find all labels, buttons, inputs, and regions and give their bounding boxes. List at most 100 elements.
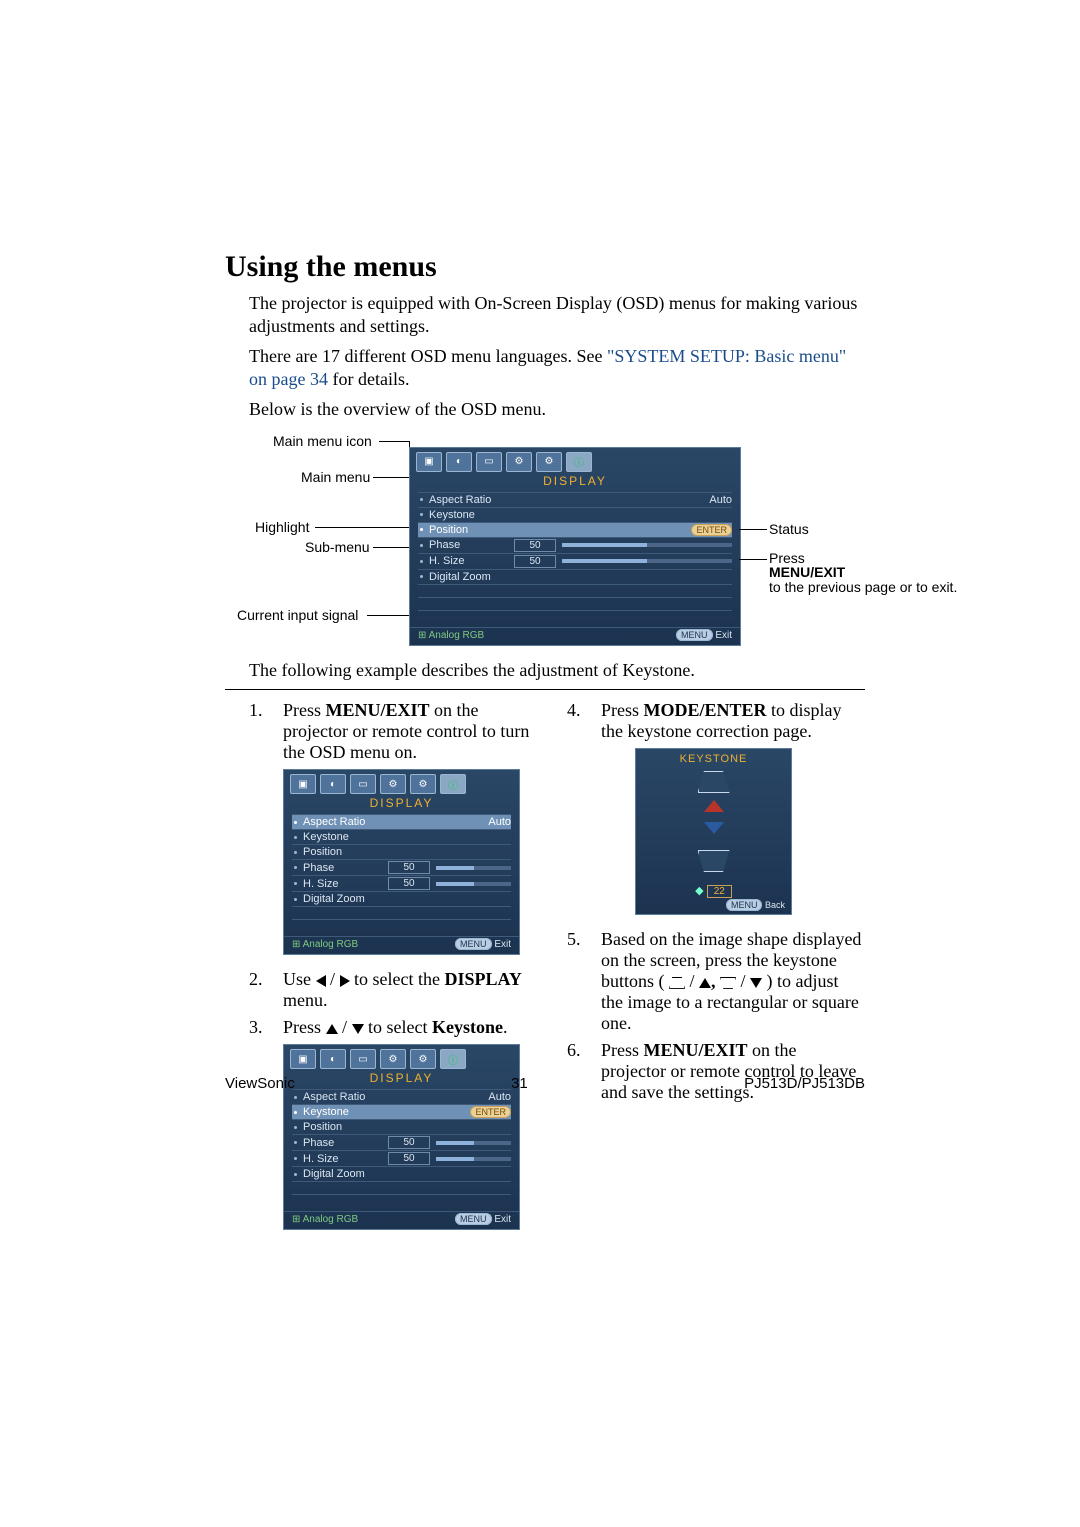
diagram-label: Current input signal — [237, 607, 358, 623]
osd-item: Position — [303, 1121, 388, 1133]
divider — [225, 689, 865, 690]
menu-tab-icon: ▣ — [416, 452, 442, 472]
text: to select — [364, 1017, 432, 1037]
osd-item: H. Size — [303, 878, 388, 890]
osd-item-highlighted: Keystone — [303, 1106, 388, 1118]
text: Press — [601, 700, 644, 720]
step-number: 1. — [249, 700, 283, 963]
menu-tab-icon: ◐ — [320, 1049, 346, 1069]
text: Press — [283, 1017, 326, 1037]
up-arrow-icon — [699, 978, 711, 988]
osd-item: Keystone — [429, 509, 514, 521]
diagram-label: Main menu — [301, 469, 370, 485]
menu-tab-icon: ▣ — [290, 1049, 316, 1069]
enter-chip: ENTER — [691, 524, 732, 536]
menu-tab-icon: ▭ — [476, 452, 502, 472]
text: for details. — [328, 369, 409, 389]
step-text: Press MODE/ENTER to display the keystone… — [601, 700, 865, 923]
osd-item: Phase — [429, 539, 514, 551]
osd-value: Auto — [488, 1091, 511, 1103]
up-arrow-icon — [326, 1024, 338, 1034]
menu-tab-icon: ◐ — [446, 452, 472, 472]
text: Use — [283, 969, 316, 989]
menu-tab-icon: ⚙ — [536, 452, 562, 472]
menu-tab-icon: ⓘ — [440, 774, 466, 794]
step-text: Based on the image shape displayed on th… — [601, 929, 865, 1034]
osd-value: 50 — [388, 861, 430, 874]
text: Press — [283, 700, 326, 720]
down-arrow-icon — [704, 822, 724, 834]
footer-page: 31 — [511, 1075, 528, 1092]
exit-label: Exit — [494, 1214, 511, 1225]
menu-chip: MENU — [455, 938, 492, 950]
osd-item: H. Size — [429, 555, 514, 567]
text: MENU/EXIT — [326, 700, 430, 720]
osd-item: Digital Zoom — [429, 571, 514, 583]
menu-tab-icon: ⚙ — [506, 452, 532, 472]
text: Keystone — [432, 1017, 503, 1037]
osd-item: H. Size — [303, 1153, 388, 1165]
osd-item-highlighted: Position — [429, 524, 514, 536]
osd-value: 50 — [388, 1136, 430, 1149]
osd-window: ▣ ◐ ▭ ⚙ ⚙ ⓘ DISPLAY Aspect RatioAuto Key… — [283, 769, 520, 955]
text: There are 17 different OSD menu language… — [249, 346, 607, 366]
section-heading: Using the menus — [225, 250, 865, 284]
menu-tab-icon: ▭ — [350, 1049, 376, 1069]
diagram-label: Status — [769, 521, 809, 537]
step-text: Use / to select the DISPLAY menu. — [283, 969, 547, 1011]
keystone-title: KEYSTONE — [636, 749, 791, 769]
step-number: 5. — [567, 929, 601, 1034]
right-arrow-icon — [340, 975, 350, 987]
step-text: Press / to select Keystone. ▣ ◐ ▭ ⚙ ⚙ ⓘ … — [283, 1017, 547, 1238]
osd-title: DISPLAY — [284, 794, 519, 814]
menu-tab-icon: ◐ — [320, 774, 346, 794]
text: . — [503, 1017, 508, 1037]
osd-value: 50 — [388, 1152, 430, 1165]
osd-item: Digital Zoom — [303, 1168, 388, 1180]
text: MENU/EXIT — [644, 1040, 748, 1060]
text: Press — [601, 1040, 644, 1060]
input-signal: Analog RGB — [303, 939, 359, 950]
left-arrow-icon — [316, 975, 326, 987]
back-label: Back — [765, 900, 785, 910]
menu-chip: MENU — [455, 1213, 492, 1225]
step-number: 2. — [249, 969, 283, 1011]
osd-window: ▣ ◐ ▭ ⚙ ⚙ ⓘ DISPLAY Aspect RatioAuto Key… — [409, 447, 741, 646]
trapezoid-icon — [698, 771, 730, 793]
paragraph: The following example describes the adju… — [249, 659, 865, 682]
keystone-window: KEYSTONE ◆ 22 MENU Back — [635, 748, 792, 915]
input-signal: Analog RGB — [303, 1214, 359, 1225]
text: menu. — [283, 990, 328, 1010]
osd-item: Aspect Ratio — [429, 494, 514, 506]
step-number: 4. — [567, 700, 601, 923]
diagram-label: Main menu icon — [273, 433, 372, 449]
enter-chip: ENTER — [470, 1106, 511, 1118]
osd-item-highlighted: Aspect Ratio — [303, 816, 388, 828]
osd-item: Digital Zoom — [303, 893, 388, 905]
osd-value: 50 — [388, 877, 430, 890]
trapezoid-icon — [698, 850, 730, 872]
menu-tab-icon: ⚙ — [410, 774, 436, 794]
diagram-label: Highlight — [255, 519, 309, 535]
menu-chip: MENU — [676, 629, 713, 641]
text: MENU/EXIT — [769, 564, 845, 580]
paragraph: Below is the overview of the OSD menu. — [249, 398, 865, 421]
diagram-label: Press MENU/EXIT to the previous page or … — [769, 551, 861, 595]
text: to select the — [350, 969, 445, 989]
step-text: Press MENU/EXIT on the projector or remo… — [283, 700, 547, 963]
paragraph: There are 17 different OSD menu language… — [249, 345, 865, 390]
exit-label: Exit — [494, 939, 511, 950]
footer-model: PJ513D/PJ513DB — [744, 1075, 865, 1092]
osd-item: Keystone — [303, 831, 388, 843]
down-arrow-icon — [352, 1024, 364, 1034]
up-arrow-icon — [704, 800, 724, 812]
text: Press — [769, 550, 805, 566]
osd-value: 50 — [514, 555, 556, 568]
menu-chip: MENU — [726, 899, 763, 911]
trapezoid-icon — [669, 977, 685, 989]
menu-tab-icon: ▭ — [350, 774, 376, 794]
paragraph: The projector is equipped with On-Screen… — [249, 292, 865, 337]
menu-tab-icon: ⚙ — [380, 774, 406, 794]
input-signal: Analog RGB — [429, 630, 485, 641]
osd-value: 50 — [514, 539, 556, 552]
